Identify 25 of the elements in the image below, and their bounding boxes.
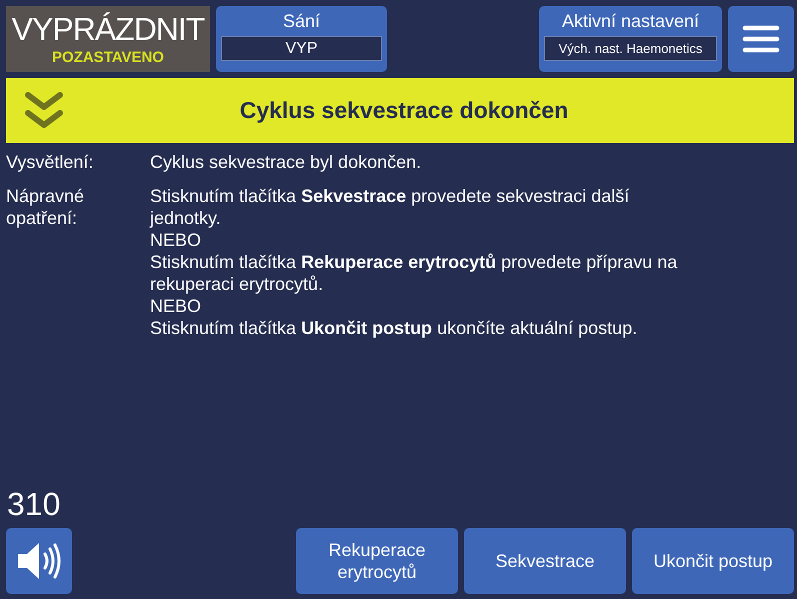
detail-label: Vysvětlení: [6,151,94,173]
preset-label: Aktivní nastavení [562,10,700,32]
double-chevron-icon [24,90,64,130]
suction-label: Sání [282,10,320,32]
detail-text: Stisknutím tlačítka Sekvestrace provedete sekvestraci další jednotky. [150,185,630,229]
detail-text: Cyklus sekvestrace byl dokončen. [150,151,422,173]
volume-button[interactable] [6,528,72,594]
suction-value: VYP [221,36,382,61]
action-button[interactable]: Rekuperace erytrocytů [296,528,458,594]
detail-text: Stisknutím tlačítka Rekuperace erytrocytů provedete přípravu na rekuperaci erytrocytů. [150,251,678,295]
detail-text: NEBO [150,229,202,251]
menu-button[interactable] [728,6,794,72]
detail-text: Stisknutím tlačítka Ukončit postup ukončíte aktuální postup. [150,317,638,339]
status-title: VYPRÁZDNIT [12,10,204,48]
menu-icon [742,24,780,54]
alert-title: Cyklus sekvestrace dokončen [238,97,570,124]
action-button[interactable]: Sekvestrace [464,528,626,594]
detail-label: Nápravné opatření: [6,185,86,230]
detail-text: NEBO [150,295,202,317]
suction-button[interactable]: Sání VYP [216,6,387,72]
action-button[interactable]: Ukončit postup [632,528,794,594]
counter-value: 310 [7,486,60,522]
preset-button[interactable]: Aktivní nastavení Vých. nast. Haemonetics [539,6,722,72]
status-state: POZASTAVENO [52,48,164,68]
preset-value: Vých. nast. Haemonetics [544,36,717,61]
